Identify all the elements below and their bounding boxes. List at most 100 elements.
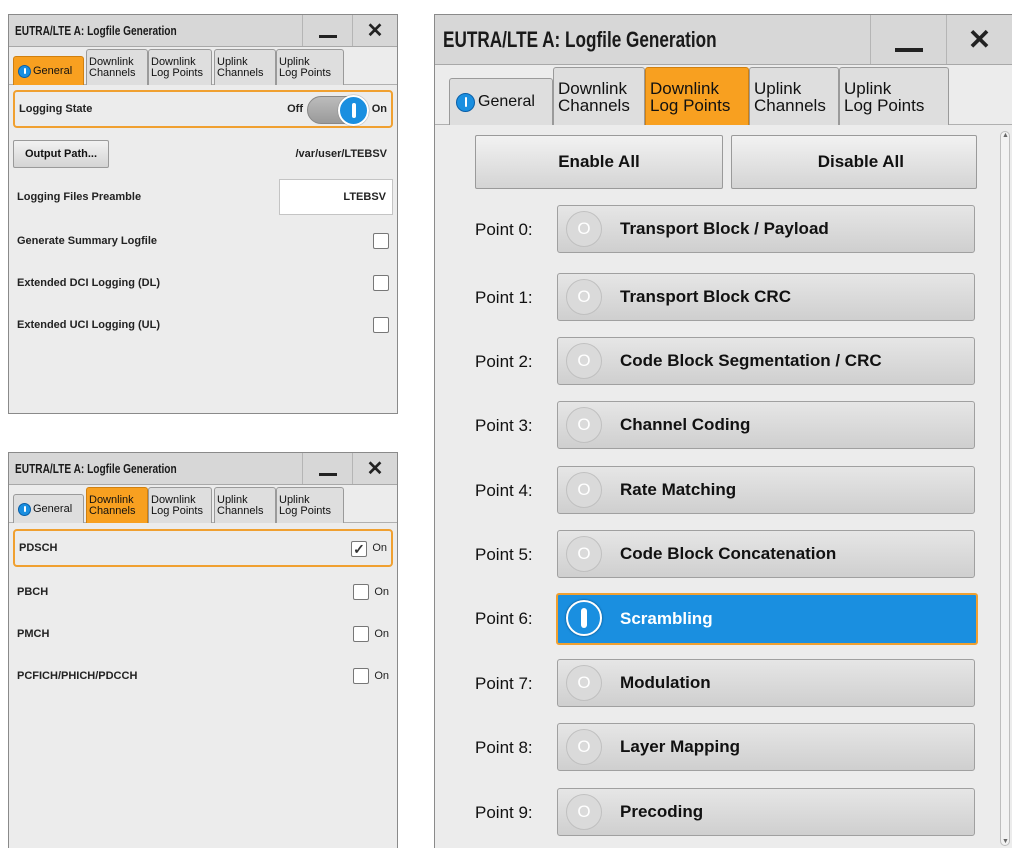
tab-label: Uplink bbox=[844, 78, 892, 98]
tab-uplink-log-points[interactable]: Uplink Log Points bbox=[276, 49, 344, 85]
log-point-name: Code Block Concatenation bbox=[620, 544, 837, 563]
tab-label: Downlink bbox=[558, 78, 627, 98]
tab-general[interactable]: General bbox=[449, 78, 553, 125]
log-point-name: Rate Matching bbox=[620, 480, 737, 499]
vertical-scrollbar[interactable]: ▲ ▼ bbox=[1000, 131, 1010, 846]
logging-state-toggle[interactable] bbox=[307, 95, 369, 126]
tab-general[interactable]: General bbox=[13, 494, 84, 523]
point-label: Point 0: bbox=[475, 220, 533, 239]
tab-downlink-log-points[interactable]: Downlink Log Points bbox=[148, 49, 212, 85]
log-point-name: Scrambling bbox=[620, 609, 713, 628]
tab-downlink-channels[interactable]: Downlink Channels bbox=[86, 487, 148, 523]
summary-logfile-checkbox[interactable] bbox=[373, 233, 389, 249]
power-indicator-icon bbox=[566, 600, 602, 636]
tab-label: Downlink bbox=[650, 78, 719, 98]
tab-uplink-channels[interactable]: Uplink Channels bbox=[214, 487, 276, 523]
tab-downlink-log-points[interactable]: Downlink Log Points bbox=[148, 487, 212, 523]
tab-uplink-log-points[interactable]: Uplink Log Points bbox=[839, 67, 949, 125]
log-point-button-6[interactable]: Scrambling bbox=[556, 593, 978, 645]
point-label: Point 5: bbox=[475, 545, 533, 564]
log-point-button-1[interactable]: Transport Block CRC bbox=[557, 273, 975, 321]
output-path-row: Output Path... /var/user/LTEBSV bbox=[13, 139, 393, 169]
tab-bar: General Downlink Channels Downlink Log P… bbox=[435, 65, 1012, 125]
log-point-name: Code Block Segmentation / CRC bbox=[620, 351, 882, 370]
checkmark-icon: ✓ bbox=[353, 541, 365, 557]
log-point-button-5[interactable]: Code Block Concatenation bbox=[557, 530, 975, 578]
pbch-checkbox[interactable] bbox=[353, 584, 369, 600]
pcfich-label: PCFICH/PHICH/PDCCH bbox=[17, 670, 138, 682]
pdsch-row: PDSCH ✓ On bbox=[13, 529, 393, 567]
pdsch-on-label: On bbox=[372, 542, 387, 554]
close-icon: ✕ bbox=[967, 23, 992, 55]
tab-downlink-log-points[interactable]: Downlink Log Points bbox=[645, 67, 749, 125]
tab-label: Downlink bbox=[89, 55, 134, 68]
close-button[interactable]: ✕ bbox=[946, 15, 1012, 64]
pcfich-checkbox[interactable] bbox=[353, 668, 369, 684]
uci-logging-checkbox[interactable] bbox=[373, 317, 389, 333]
logfile-window-general: EUTRA/LTE A: Logfile Generation ✕ Genera… bbox=[8, 14, 398, 414]
output-path-button[interactable]: Output Path... bbox=[13, 140, 109, 168]
tab-label: Downlink bbox=[89, 493, 134, 506]
pbch-label: PBCH bbox=[17, 586, 49, 598]
close-icon: ✕ bbox=[366, 457, 384, 480]
power-indicator-icon bbox=[566, 729, 602, 765]
tab-label: Downlink bbox=[151, 493, 196, 506]
tab-uplink-channels[interactable]: Uplink Channels bbox=[214, 49, 276, 85]
log-point-button-8[interactable]: Layer Mapping bbox=[557, 723, 975, 771]
log-point-button-0[interactable]: Transport Block / Payload bbox=[557, 205, 975, 253]
point-label: Point 9: bbox=[475, 803, 533, 822]
log-point-button-7[interactable]: Modulation bbox=[557, 659, 975, 707]
tab-label: Uplink bbox=[754, 78, 802, 98]
point-label: Point 4: bbox=[475, 481, 533, 500]
dci-logging-label: Extended DCI Logging (DL) bbox=[17, 277, 160, 289]
pdsch-checkbox[interactable]: ✓ bbox=[351, 541, 367, 557]
power-indicator-icon bbox=[18, 64, 31, 78]
log-point-button-3[interactable]: Channel Coding bbox=[557, 401, 975, 449]
tab-label: Channels bbox=[89, 504, 136, 517]
tab-label: Channels bbox=[558, 95, 630, 115]
tab-bar: General Downlink Channels Downlink Log P… bbox=[9, 485, 397, 523]
minimize-button[interactable] bbox=[302, 453, 352, 484]
tab-uplink-channels[interactable]: Uplink Channels bbox=[749, 67, 839, 125]
log-point-name: Precoding bbox=[620, 802, 704, 821]
close-button[interactable]: ✕ bbox=[352, 453, 397, 484]
log-point-button-9[interactable]: Precoding bbox=[557, 788, 975, 836]
scroll-up-icon: ▲ bbox=[1002, 132, 1009, 139]
pmch-label: PMCH bbox=[17, 628, 50, 640]
logging-state-label: Logging State bbox=[19, 103, 93, 115]
point-label: Point 7: bbox=[475, 674, 533, 693]
tab-downlink-channels[interactable]: Downlink Channels bbox=[86, 49, 148, 85]
title-bar: EUTRA/LTE A: Logfile Generation ✕ bbox=[435, 15, 1012, 65]
log-point-name: Transport Block CRC bbox=[620, 287, 791, 306]
tab-label: Uplink bbox=[279, 493, 310, 506]
pcfich-row: PCFICH/PHICH/PDCCH On bbox=[13, 661, 393, 691]
tab-uplink-log-points[interactable]: Uplink Log Points bbox=[276, 487, 344, 523]
pmch-checkbox[interactable] bbox=[353, 626, 369, 642]
dci-logging-checkbox[interactable] bbox=[373, 275, 389, 291]
uci-logging-row: Extended UCI Logging (UL) bbox=[13, 311, 393, 339]
toggle-off-label: Off bbox=[287, 103, 303, 115]
log-point-name: Channel Coding bbox=[620, 415, 751, 434]
log-point-button-4[interactable]: Rate Matching bbox=[557, 466, 975, 514]
power-indicator-icon bbox=[566, 536, 602, 572]
preamble-input[interactable]: LTEBSV bbox=[279, 179, 393, 215]
minimize-button[interactable] bbox=[302, 15, 352, 46]
tab-label: Channels bbox=[89, 66, 136, 79]
power-indicator-icon bbox=[566, 343, 602, 379]
window-title: EUTRA/LTE A: Logfile Generation bbox=[15, 461, 177, 476]
toggle-on-label: On bbox=[371, 103, 387, 115]
enable-all-button[interactable]: Enable All bbox=[475, 135, 723, 189]
minimize-button[interactable] bbox=[870, 15, 946, 64]
close-button[interactable]: ✕ bbox=[352, 15, 397, 46]
power-indicator-icon bbox=[566, 472, 602, 508]
tab-general[interactable]: General bbox=[13, 56, 84, 85]
pmch-on-label: On bbox=[374, 628, 389, 640]
tab-downlink-channels[interactable]: Downlink Channels bbox=[553, 67, 645, 125]
tab-label: Channels bbox=[754, 95, 826, 115]
power-indicator-icon bbox=[566, 794, 602, 830]
dci-logging-row: Extended DCI Logging (DL) bbox=[13, 269, 393, 297]
log-point-button-2[interactable]: Code Block Segmentation / CRC bbox=[557, 337, 975, 385]
pbch-on-label: On bbox=[374, 586, 389, 598]
disable-all-button[interactable]: Disable All bbox=[731, 135, 977, 189]
pdsch-label: PDSCH bbox=[19, 542, 58, 554]
